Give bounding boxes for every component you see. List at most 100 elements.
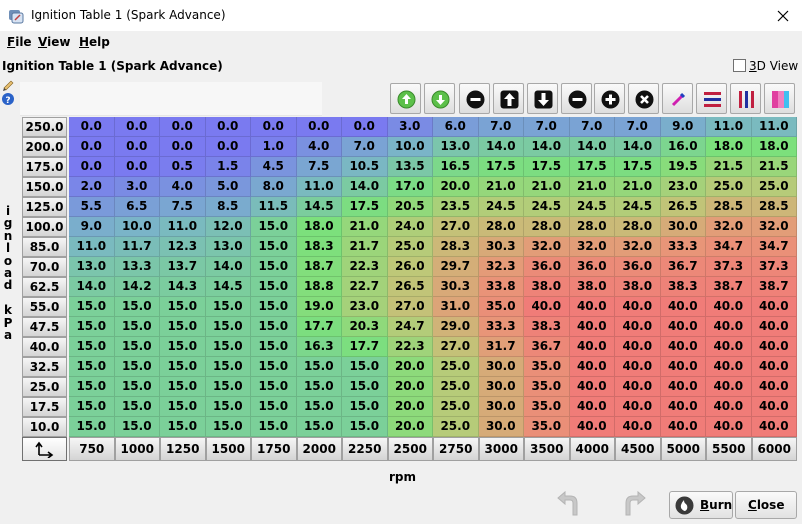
table-cell[interactable]: 33.3 — [660, 237, 706, 257]
table-cell[interactable]: 40.0 — [569, 397, 615, 417]
burn-button[interactable]: Burn — [669, 491, 733, 519]
table-cell[interactable]: 36.0 — [569, 257, 615, 277]
table-cell[interactable]: 19.0 — [296, 297, 342, 317]
table-cell[interactable]: 34.7 — [706, 237, 752, 257]
table-cell[interactable]: 15.0 — [205, 337, 251, 357]
table-cell[interactable]: 25.0 — [433, 357, 479, 377]
table-cell[interactable]: 15.0 — [69, 337, 115, 357]
table-cell[interactable]: 15.0 — [114, 337, 160, 357]
table-cell[interactable]: 38.7 — [706, 277, 752, 297]
table-cell[interactable]: 31.7 — [478, 337, 524, 357]
table-cell[interactable]: 40.0 — [706, 377, 752, 397]
table-cell[interactable]: 40.0 — [706, 357, 752, 377]
table-cell[interactable]: 15.0 — [160, 397, 206, 417]
table-cell[interactable]: 15.0 — [69, 377, 115, 397]
table-cell[interactable]: 4.0 — [296, 137, 342, 157]
table-cell[interactable]: 17.7 — [296, 317, 342, 337]
table-cell[interactable]: 15.0 — [296, 377, 342, 397]
table-cell[interactable]: 11.7 — [114, 237, 160, 257]
table-cell[interactable]: 18.0 — [296, 217, 342, 237]
table-cell[interactable]: 40.0 — [751, 377, 797, 397]
table-cell[interactable]: 14.5 — [296, 197, 342, 217]
table-cell[interactable]: 28.0 — [615, 217, 661, 237]
table-cell[interactable]: 21.7 — [342, 237, 388, 257]
table-cell[interactable]: 11.0 — [69, 237, 115, 257]
table-cell[interactable]: 40.0 — [524, 297, 570, 317]
table-cell[interactable]: 11.5 — [251, 197, 297, 217]
table-cell[interactable]: 7.5 — [296, 157, 342, 177]
table-cell[interactable]: 28.0 — [524, 217, 570, 237]
table-cell[interactable]: 3.0 — [387, 117, 433, 137]
table-cell[interactable]: 19.5 — [660, 157, 706, 177]
window-close-icon[interactable] — [771, 5, 795, 27]
table-cell[interactable]: 20.0 — [387, 397, 433, 417]
table-cell[interactable]: 7.0 — [569, 117, 615, 137]
table-cell[interactable]: 14.0 — [342, 177, 388, 197]
table-cell[interactable]: 30.3 — [433, 277, 479, 297]
table-cell[interactable]: 40.0 — [751, 397, 797, 417]
table-cell[interactable]: 5.0 — [205, 177, 251, 197]
table-cell[interactable]: 40.0 — [569, 417, 615, 437]
table-cell[interactable]: 24.5 — [478, 197, 524, 217]
table-cell[interactable]: 0.0 — [69, 117, 115, 137]
table-cell[interactable]: 15.0 — [251, 337, 297, 357]
table-cell[interactable]: 40.0 — [660, 357, 706, 377]
table-cell[interactable]: 17.5 — [524, 157, 570, 177]
table-cell[interactable]: 40.0 — [615, 317, 661, 337]
shift-down-button[interactable] — [527, 83, 558, 114]
table-cell[interactable]: 1.5 — [205, 157, 251, 177]
table-cell[interactable]: 40.0 — [660, 337, 706, 357]
table-cell[interactable]: 0.5 — [160, 157, 206, 177]
menu-help[interactable]: Help — [79, 35, 110, 49]
table-cell[interactable]: 40.0 — [660, 417, 706, 437]
table-cell[interactable]: 0.0 — [251, 117, 297, 137]
table-cell[interactable]: 0.0 — [342, 117, 388, 137]
table-cell[interactable]: 10.0 — [387, 137, 433, 157]
table-cell[interactable]: 34.7 — [751, 237, 797, 257]
table-cell[interactable]: 15.0 — [69, 357, 115, 377]
table-cell[interactable]: 15.0 — [296, 357, 342, 377]
table-cell[interactable]: 7.0 — [524, 117, 570, 137]
table-cell[interactable]: 20.5 — [387, 197, 433, 217]
table-cell[interactable]: 24.5 — [524, 197, 570, 217]
table-cell[interactable]: 23.0 — [660, 177, 706, 197]
table-cell[interactable]: 32.0 — [524, 237, 570, 257]
table-cell[interactable]: 29.7 — [433, 257, 479, 277]
shift-up-button[interactable] — [493, 83, 524, 114]
table-cell[interactable]: 22.3 — [342, 257, 388, 277]
table-cell[interactable]: 18.7 — [296, 257, 342, 277]
3d-view-checkbox[interactable] — [733, 59, 746, 72]
table-cell[interactable]: 40.0 — [569, 357, 615, 377]
table-cell[interactable]: 30.0 — [478, 397, 524, 417]
table-cell[interactable]: 15.0 — [251, 297, 297, 317]
table-cell[interactable]: 21.0 — [615, 177, 661, 197]
table-cell[interactable]: 20.0 — [433, 177, 479, 197]
table-cell[interactable]: 38.3 — [524, 317, 570, 337]
table-cell[interactable]: 30.0 — [660, 217, 706, 237]
table-cell[interactable]: 29.0 — [433, 317, 479, 337]
color-scale-button[interactable] — [764, 83, 795, 114]
decrement-coarse-button[interactable] — [424, 83, 455, 114]
table-cell[interactable]: 28.5 — [751, 197, 797, 217]
table-cell[interactable]: 0.0 — [205, 137, 251, 157]
table-cell[interactable]: 14.0 — [69, 277, 115, 297]
table-cell[interactable]: 37.3 — [706, 257, 752, 277]
table-cell[interactable]: 40.0 — [706, 337, 752, 357]
table-cell[interactable]: 27.0 — [433, 337, 479, 357]
table-cell[interactable]: 14.0 — [524, 137, 570, 157]
table-cell[interactable]: 15.0 — [160, 417, 206, 437]
table-cell[interactable]: 36.0 — [615, 257, 661, 277]
table-cell[interactable]: 38.0 — [615, 277, 661, 297]
table-cell[interactable]: 11.0 — [296, 177, 342, 197]
help-icons[interactable]: ? — [1, 78, 15, 106]
table-cell[interactable]: 31.0 — [433, 297, 479, 317]
table-cell[interactable]: 20.0 — [387, 357, 433, 377]
table-cell[interactable]: 16.5 — [433, 157, 479, 177]
table-cell[interactable]: 15.0 — [251, 257, 297, 277]
table-cell[interactable]: 0.0 — [69, 137, 115, 157]
table-cell[interactable]: 15.0 — [251, 237, 297, 257]
table-cell[interactable]: 9.0 — [660, 117, 706, 137]
table-cell[interactable]: 13.0 — [69, 257, 115, 277]
table-cell[interactable]: 11.0 — [706, 117, 752, 137]
clear-button[interactable] — [628, 83, 659, 114]
